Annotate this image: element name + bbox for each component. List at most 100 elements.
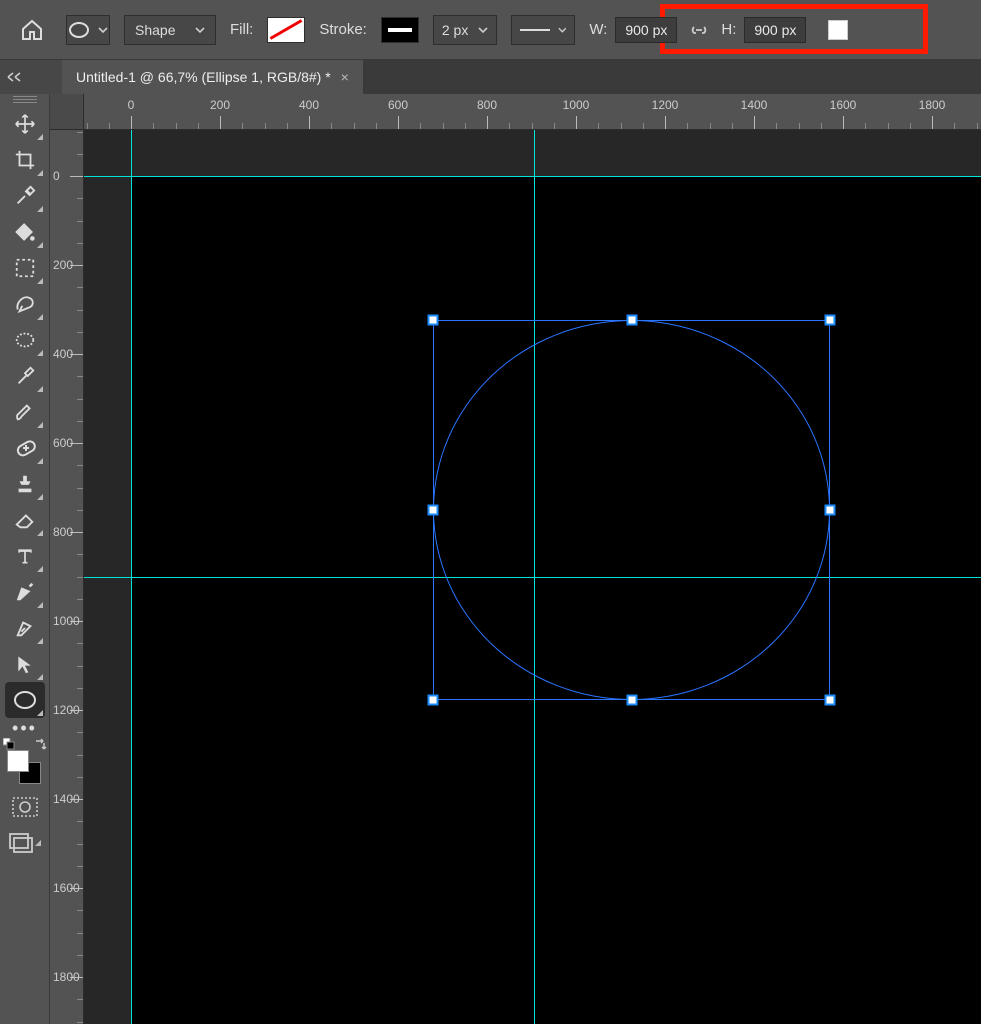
- ruler-label: 1200: [53, 703, 80, 717]
- transform-handle[interactable]: [428, 505, 439, 516]
- ruler-origin[interactable]: [50, 94, 84, 130]
- chevron-down-icon: [478, 25, 488, 35]
- home-icon: [20, 18, 44, 42]
- default-colors-icon[interactable]: [3, 738, 15, 750]
- lasso-tool-icon: [14, 293, 36, 315]
- tool-preset-picker[interactable]: [66, 15, 110, 45]
- type-tool-icon: [15, 546, 35, 566]
- stroke-color-swatch[interactable]: [381, 17, 419, 43]
- path-selection-tool-icon: [15, 654, 35, 674]
- brush-tool[interactable]: [5, 394, 45, 430]
- path-selection-tool[interactable]: [5, 646, 45, 682]
- dimensions-group: W: H:: [589, 17, 806, 43]
- panel-collapse-strip: [0, 60, 62, 94]
- paint-bucket-tool-icon: [14, 221, 36, 243]
- crop-tool[interactable]: [5, 142, 45, 178]
- ruler-label: 1800: [919, 98, 946, 112]
- guide-horizontal[interactable]: [84, 176, 981, 177]
- solid-line-icon: [520, 29, 549, 31]
- foreground-color[interactable]: [7, 750, 29, 772]
- fill-color-swatch[interactable]: [267, 17, 305, 43]
- type-tool[interactable]: [5, 538, 45, 574]
- curvature-pen-tool[interactable]: [5, 610, 45, 646]
- dodge-tool-icon: [14, 365, 36, 387]
- clone-stamp-tool-icon: [14, 473, 36, 495]
- transform-handle[interactable]: [626, 315, 637, 326]
- transform-bounding-box[interactable]: [433, 320, 830, 700]
- no-fill-icon: [270, 19, 303, 40]
- horizontal-ruler[interactable]: 0200400600800100012001400160018002000: [84, 94, 981, 130]
- transform-handle[interactable]: [626, 695, 637, 706]
- move-tool[interactable]: [5, 106, 45, 142]
- ruler-label: 1400: [741, 98, 768, 112]
- crop-tool-icon: [14, 149, 36, 171]
- fountain-pen-tool-icon: [14, 617, 36, 639]
- quick-mask-button[interactable]: [5, 790, 45, 824]
- edit-toolbar-button[interactable]: •••: [5, 718, 45, 738]
- tool-mode-label: Shape: [135, 22, 175, 38]
- stroke-style-select[interactable]: [511, 15, 575, 45]
- ruler-label: 1000: [53, 614, 80, 628]
- color-swatches[interactable]: [5, 744, 45, 784]
- transform-handle[interactable]: [825, 505, 836, 516]
- brush-tool-icon: [14, 401, 36, 423]
- transform-handle[interactable]: [825, 315, 836, 326]
- screen-mode-button[interactable]: [5, 826, 45, 860]
- home-button[interactable]: [12, 10, 52, 50]
- document-tab[interactable]: Untitled-1 @ 66,7% (Ellipse 1, RGB/8#) *…: [62, 60, 363, 94]
- screen-mode-icon: [9, 833, 33, 853]
- transform-handle[interactable]: [428, 315, 439, 326]
- ruler-label: 800: [53, 525, 73, 539]
- ruler-label: 1400: [53, 792, 80, 806]
- document-tab-bar: Untitled-1 @ 66,7% (Ellipse 1, RGB/8#) *…: [62, 60, 981, 94]
- vertical-ruler[interactable]: 0200400600800100012001400160018002000: [50, 130, 84, 1024]
- document-title: Untitled-1 @ 66,7% (Ellipse 1, RGB/8#) *: [76, 69, 331, 85]
- stroke-width-select[interactable]: 2 px: [433, 15, 497, 45]
- stroke-label: Stroke:: [319, 21, 367, 38]
- transform-handle[interactable]: [825, 695, 836, 706]
- chevron-down-icon: [98, 25, 108, 35]
- ellipse-tool-icon: [13, 690, 37, 710]
- swap-colors-icon[interactable]: [33, 738, 47, 752]
- tool-mode-select[interactable]: Shape: [124, 15, 216, 45]
- ruler-label: 0: [128, 98, 135, 112]
- eyedropper-tool-icon: [14, 185, 36, 207]
- ellipse-icon: [68, 21, 90, 39]
- align-edges-button[interactable]: [828, 20, 848, 40]
- ruler-label: 200: [53, 258, 73, 272]
- canvas-viewport[interactable]: [84, 130, 981, 1024]
- ruler-label: 400: [53, 347, 73, 361]
- marquee-tool[interactable]: [5, 250, 45, 286]
- eraser-tool-icon: [14, 509, 36, 531]
- eraser-tool[interactable]: [5, 502, 45, 538]
- ellipse-tool[interactable]: [5, 682, 45, 718]
- move-tool-icon: [14, 113, 36, 135]
- healing-brush-tool-icon: [13, 437, 37, 459]
- stroke-width-value: 2 px: [442, 22, 468, 38]
- magic-wand-tool[interactable]: [5, 322, 45, 358]
- paint-bucket-tool[interactable]: [5, 214, 45, 250]
- ruler-label: 800: [477, 98, 497, 112]
- clone-stamp-tool[interactable]: [5, 466, 45, 502]
- pen-tool[interactable]: [5, 574, 45, 610]
- ruler-label: 1600: [830, 98, 857, 112]
- panel-grip-icon[interactable]: [10, 96, 40, 104]
- width-input[interactable]: [615, 17, 677, 43]
- height-input[interactable]: [744, 17, 806, 43]
- ruler-label: 1200: [652, 98, 679, 112]
- close-tab-button[interactable]: ×: [341, 69, 349, 85]
- magic-wand-tool-icon: [14, 329, 36, 351]
- dodge-tool[interactable]: [5, 358, 45, 394]
- link-icon: [689, 22, 709, 38]
- link-dimensions-button[interactable]: [685, 17, 713, 43]
- options-bar: Shape Fill: Stroke: 2 px W: H:: [0, 0, 981, 60]
- healing-brush-tool[interactable]: [5, 430, 45, 466]
- eyedropper-tool[interactable]: [5, 178, 45, 214]
- ruler-label: 0: [53, 169, 60, 183]
- ruler-label: 600: [53, 436, 73, 450]
- expand-panel-icon[interactable]: [6, 70, 24, 84]
- transform-handle[interactable]: [428, 695, 439, 706]
- lasso-tool[interactable]: [5, 286, 45, 322]
- ruler-label: 200: [210, 98, 230, 112]
- ruler-label: 1800: [53, 970, 80, 984]
